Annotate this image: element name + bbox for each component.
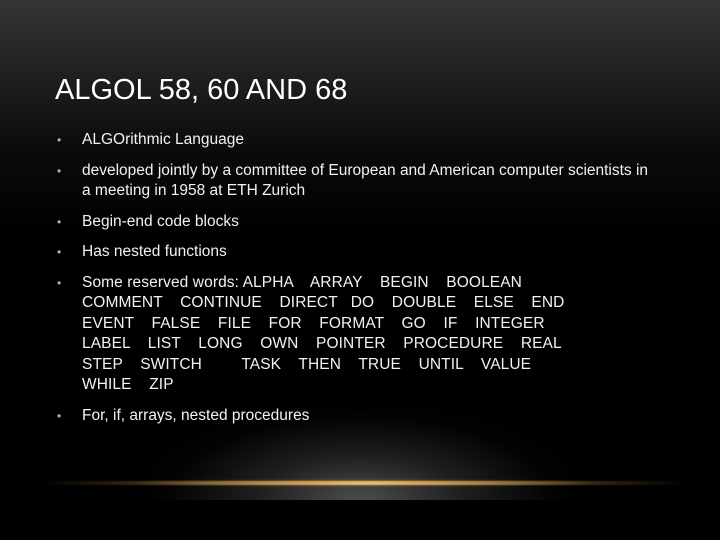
bullet-text: ALGOrithmic Language	[82, 131, 244, 148]
bullet-item-algorithmic-language: • ALGOrithmic Language	[55, 130, 655, 151]
bullet-item-developed-jointly: • developed jointly by a committee of Eu…	[55, 161, 655, 202]
bullet-item-nested-functions: • Has nested functions	[55, 242, 655, 263]
bullet-icon: •	[57, 133, 62, 147]
accent-line	[40, 481, 690, 485]
slide-title: ALGOL 58, 60 AND 68	[55, 74, 348, 106]
bullet-text: Has nested functions	[82, 243, 227, 260]
bullet-icon: •	[57, 275, 62, 290]
bullet-list: • ALGOrithmic Language • developed joint…	[55, 130, 655, 436]
bullet-text: Begin-end code blocks	[82, 212, 239, 230]
bullet-item-reserved-words: • Some reserved words: ALPHA ARRAY BEGIN…	[55, 273, 655, 396]
bullet-icon: •	[57, 408, 62, 423]
bullet-icon: •	[57, 163, 62, 178]
slide: ALGOL 58, 60 AND 68 • ALGOrithmic Langua…	[0, 0, 720, 540]
bullet-icon: •	[57, 214, 62, 229]
bullet-text: For, if, arrays, nested procedures	[82, 406, 310, 424]
bullet-text: developed jointly by a committee of Euro…	[82, 161, 653, 200]
bullet-item-for-if-arrays: • For, if, arrays, nested procedures	[55, 406, 655, 427]
bullet-text: Some reserved words: ALPHA ARRAY BEGIN B…	[82, 273, 565, 394]
bullet-icon: •	[57, 245, 62, 259]
bullet-item-begin-end: • Begin-end code blocks	[55, 212, 655, 233]
